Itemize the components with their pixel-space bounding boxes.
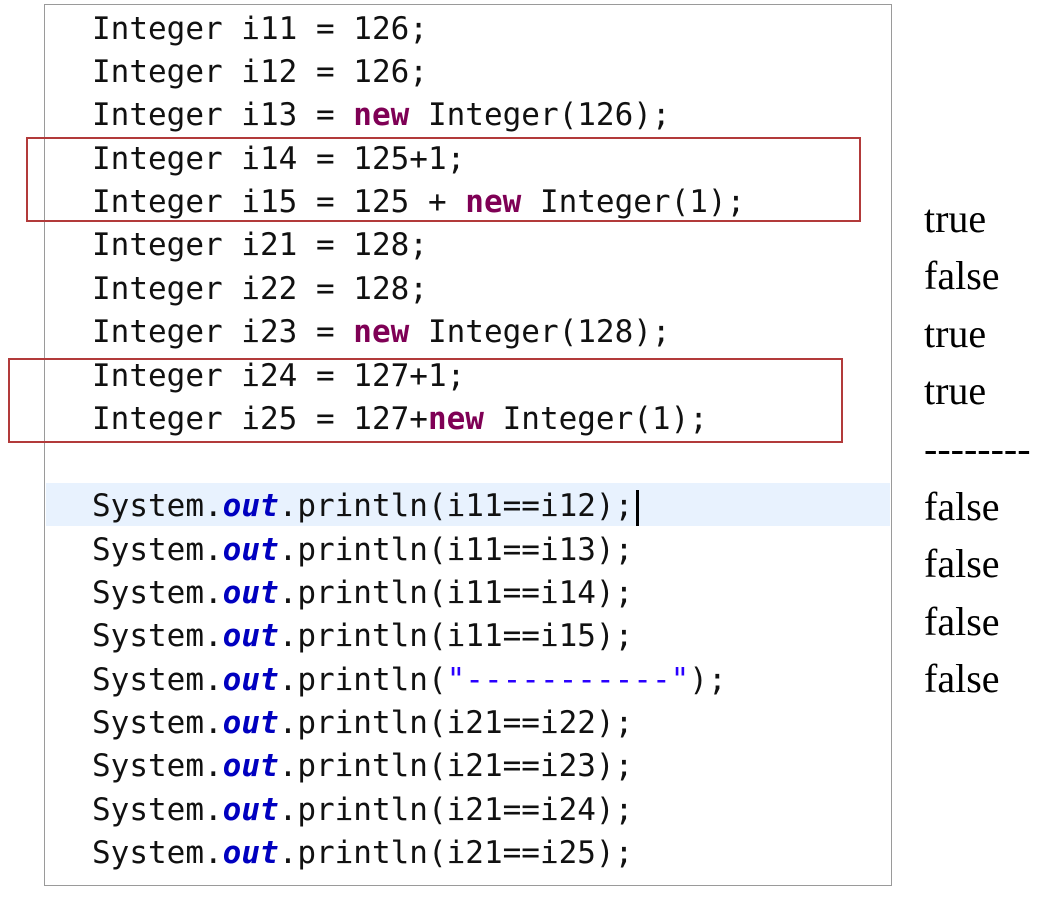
field-out: out <box>222 575 279 611</box>
code-line-20: System.out.println(i21==i25); <box>92 833 633 873</box>
code-line-6: Integer i21 = 128; <box>92 225 428 265</box>
code-text: System. <box>92 488 223 524</box>
code-text: ); <box>689 662 727 698</box>
code-line-17: System.out.println(i21==i22); <box>92 703 633 743</box>
output-line-7: false <box>924 599 1000 644</box>
text-cursor <box>636 489 640 526</box>
code-line-8: Integer i23 = new Integer(128); <box>92 312 671 352</box>
output-line-6: false <box>924 541 1000 586</box>
code-line-15: System.out.println(i11==i15); <box>92 616 633 656</box>
keyword-new: new <box>353 97 410 133</box>
output-line-2: false <box>924 253 1000 298</box>
highlight-box-i14-i15 <box>26 137 861 222</box>
code-text: .println(i11==i14); <box>278 575 634 611</box>
code-text: .println(i21==i24); <box>278 792 634 828</box>
code-text: System. <box>92 575 223 611</box>
code-line-18: System.out.println(i21==i23); <box>92 746 633 786</box>
code-line-7: Integer i22 = 128; <box>92 269 428 309</box>
code-text: .println(i11==i13); <box>278 532 634 568</box>
code-line-12: System.out.println(i11==i12); <box>92 486 640 526</box>
code-text: Integer i13 = <box>92 97 354 133</box>
code-line-16: System.out.println("-----------"); <box>92 660 727 700</box>
code-text: System. <box>92 532 223 568</box>
field-out: out <box>222 532 279 568</box>
field-out: out <box>222 705 279 741</box>
code-text: Integer i21 = 128; <box>92 227 428 263</box>
string-literal: "-----------" <box>446 662 690 698</box>
output-line-3: true <box>924 311 987 356</box>
code-line-3: Integer i13 = new Integer(126); <box>92 95 671 135</box>
code-text: Integer(126); <box>409 97 671 133</box>
code-text: Integer i12 = 126; <box>92 54 428 90</box>
field-out: out <box>222 792 279 828</box>
code-text: System. <box>92 835 223 871</box>
code-line-1: Integer i11 = 126; <box>92 9 428 49</box>
code-text: Integer(128); <box>409 314 671 350</box>
code-text: System. <box>92 618 223 654</box>
code-line-2: Integer i12 = 126; <box>92 52 428 92</box>
output-line-4: true <box>924 368 987 413</box>
field-out: out <box>222 835 279 871</box>
code-text: .println(i11==i12); <box>278 488 634 524</box>
output-line-1: true <box>924 196 987 241</box>
code-line-19: System.out.println(i21==i24); <box>92 790 633 830</box>
output-line-5: false <box>924 484 1000 529</box>
code-text: System. <box>92 748 223 784</box>
field-out: out <box>222 618 279 654</box>
code-text: .println(i11==i15); <box>278 618 634 654</box>
field-out: out <box>222 662 279 698</box>
code-line-14: System.out.println(i11==i14); <box>92 573 633 613</box>
highlight-box-i24-i25 <box>8 358 843 443</box>
field-out: out <box>222 488 279 524</box>
code-text: System. <box>92 662 223 698</box>
code-text: System. <box>92 705 223 741</box>
field-out: out <box>222 748 279 784</box>
code-text: Integer i11 = 126; <box>92 11 428 47</box>
output-line-8: false <box>924 656 1000 701</box>
keyword-new: new <box>353 314 410 350</box>
code-text: .println(i21==i23); <box>278 748 634 784</box>
code-text: System. <box>92 792 223 828</box>
code-text: Integer i23 = <box>92 314 354 350</box>
code-text: Integer i22 = 128; <box>92 271 428 307</box>
code-text: .println( <box>278 662 447 698</box>
code-text: .println(i21==i22); <box>278 705 634 741</box>
output-separator: -------- <box>924 426 1031 471</box>
code-line-13: System.out.println(i11==i13); <box>92 530 633 570</box>
code-text: .println(i21==i25); <box>278 835 634 871</box>
